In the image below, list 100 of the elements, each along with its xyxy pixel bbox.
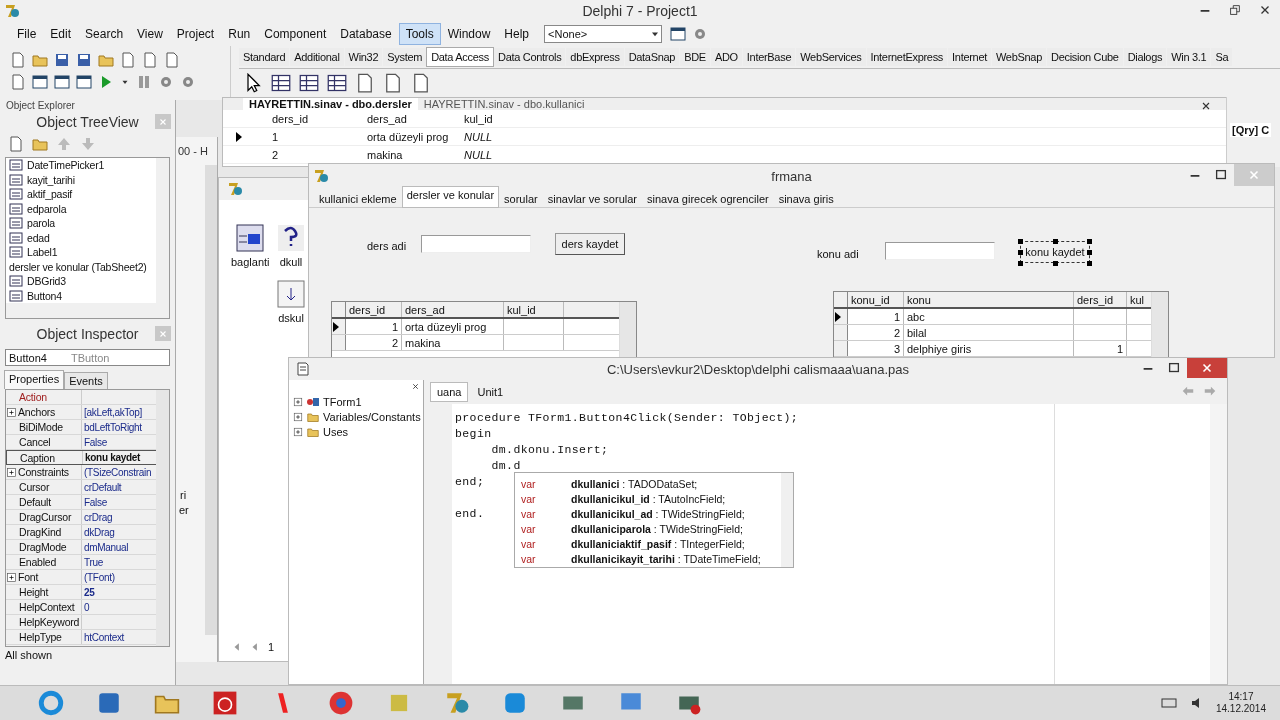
property-name[interactable]: Caption bbox=[20, 451, 55, 464]
scrollbar[interactable] bbox=[205, 165, 217, 635]
selection-handle[interactable] bbox=[1018, 250, 1023, 255]
tree-item[interactable]: Variables/Constants bbox=[323, 410, 421, 423]
property-value[interactable]: True bbox=[84, 556, 103, 568]
property-name[interactable]: Default bbox=[19, 496, 51, 508]
palette-tab[interactable]: WebSnap bbox=[991, 48, 1046, 66]
menu-item[interactable]: Search bbox=[78, 23, 131, 45]
scrollbar[interactable] bbox=[6, 303, 169, 318]
tree-item[interactable]: TForm1 bbox=[323, 395, 362, 408]
property-name[interactable]: HelpContext bbox=[19, 601, 75, 613]
text-field[interactable] bbox=[885, 242, 995, 260]
tree-item[interactable]: DateTimePicker1 bbox=[27, 159, 105, 172]
remove-icon[interactable] bbox=[142, 52, 158, 68]
page-tab[interactable]: sinavlar ve sorular bbox=[543, 191, 641, 207]
connection-icon[interactable] bbox=[234, 222, 267, 254]
object-selector[interactable]: Button4 TButton bbox=[5, 349, 170, 366]
menu-item[interactable]: Run bbox=[221, 23, 258, 45]
property-value[interactable]: [akLeft,akTop] bbox=[84, 406, 143, 418]
desktop-combo[interactable]: <None> bbox=[544, 25, 663, 43]
property-row[interactable]: Caption konu kaydet bbox=[6, 450, 157, 465]
property-value[interactable]: crDrag bbox=[84, 511, 113, 523]
menu-item[interactable]: Database bbox=[333, 23, 399, 45]
close-button[interactable] bbox=[1200, 100, 1212, 112]
completion-item[interactable]: dkullanicikayit_tarihi : TDateTimeField; bbox=[571, 552, 761, 565]
property-name[interactable]: Height bbox=[19, 586, 49, 598]
property-name[interactable]: Action bbox=[19, 391, 47, 403]
completion-item[interactable]: dkullaniciparola : TWideStringField; bbox=[571, 522, 743, 535]
editor-tab[interactable]: Unit1 bbox=[470, 382, 511, 402]
property-value[interactable]: htContext bbox=[84, 631, 125, 643]
palette-tab[interactable]: Additional bbox=[290, 48, 344, 66]
property-name[interactable]: Constraints bbox=[18, 466, 69, 478]
property-name[interactable]: Cancel bbox=[19, 436, 51, 448]
help-icon[interactable] bbox=[164, 52, 180, 68]
palette-tab[interactable]: InterBase bbox=[742, 48, 796, 66]
tree-item[interactable]: Button4 bbox=[27, 289, 62, 302]
restore-button[interactable] bbox=[1228, 3, 1242, 17]
back-icon[interactable] bbox=[1181, 384, 1195, 398]
selection-handle[interactable] bbox=[1018, 261, 1023, 266]
new-form-icon[interactable] bbox=[76, 74, 92, 90]
palette-tab[interactable]: Decision Cube bbox=[1047, 48, 1123, 66]
close-button[interactable] bbox=[411, 382, 420, 391]
property-value[interactable]: 25 bbox=[84, 586, 95, 598]
scrollbar[interactable] bbox=[156, 158, 169, 303]
table-icon[interactable] bbox=[299, 73, 319, 93]
inspector-tab[interactable]: Events bbox=[64, 372, 108, 389]
property-value[interactable]: False bbox=[84, 496, 107, 508]
selection-handle[interactable] bbox=[1053, 239, 1058, 244]
down-arrow-icon[interactable] bbox=[80, 136, 96, 152]
menu-item[interactable]: File bbox=[10, 23, 44, 45]
property-value[interactable]: crDefault bbox=[84, 481, 122, 493]
save-button[interactable]: ders kaydet bbox=[555, 233, 625, 255]
tree-item[interactable]: Label1 bbox=[27, 246, 58, 259]
save-icon[interactable] bbox=[54, 52, 70, 68]
power-icon[interactable] bbox=[212, 690, 238, 716]
expand-icon[interactable] bbox=[6, 406, 17, 418]
property-value[interactable]: 0 bbox=[84, 601, 90, 613]
row-indicator[interactable] bbox=[332, 319, 346, 334]
query-tab[interactable]: HAYRETTIN.sinav - dbo.dersler bbox=[243, 98, 418, 110]
previous-icon[interactable] bbox=[250, 642, 260, 652]
palette-tab[interactable]: ADO bbox=[710, 48, 742, 66]
forward-icon[interactable] bbox=[1203, 384, 1217, 398]
property-name[interactable]: Font bbox=[18, 571, 39, 583]
scrollbar[interactable] bbox=[1210, 404, 1227, 684]
tree-item[interactable]: dersler ve konular (TabSheet2) bbox=[9, 260, 147, 273]
completion-item[interactable]: dkullanici : TADODataSet; bbox=[571, 477, 698, 490]
property-value[interactable]: (TFont) bbox=[84, 571, 115, 583]
save-button[interactable]: konu kaydet bbox=[1020, 241, 1090, 263]
property-name[interactable]: Cursor bbox=[19, 481, 50, 493]
inspector-tab[interactable]: Properties bbox=[4, 370, 65, 389]
expand-icon[interactable] bbox=[293, 411, 303, 422]
palette-tab[interactable]: Win32 bbox=[344, 48, 383, 66]
scrollbar[interactable] bbox=[619, 302, 636, 357]
selection-handle[interactable] bbox=[1087, 261, 1092, 266]
pause-icon[interactable] bbox=[136, 74, 152, 90]
completion-item[interactable]: dkullanicikul_ad : TWideStringField; bbox=[571, 507, 745, 520]
palette-tab[interactable]: System bbox=[383, 48, 427, 66]
table-row[interactable]: 1 orta düzeyli prog NULL bbox=[223, 128, 1226, 146]
up-arrow-icon[interactable] bbox=[56, 136, 72, 152]
scrollbar[interactable] bbox=[156, 390, 169, 646]
add-icon[interactable] bbox=[120, 52, 136, 68]
page-tab[interactable]: kullanici ekleme bbox=[315, 191, 401, 207]
palette-tab[interactable]: Data Controls bbox=[494, 48, 566, 66]
property-value[interactable]: bdLeftToRight bbox=[84, 421, 142, 433]
property-name[interactable]: Anchors bbox=[18, 406, 56, 418]
tree-item[interactable]: Uses bbox=[323, 425, 349, 438]
delphi-icon[interactable] bbox=[444, 690, 470, 716]
scrollbar[interactable] bbox=[1151, 292, 1168, 357]
palette-tab[interactable]: BDE bbox=[680, 48, 710, 66]
expand-icon[interactable] bbox=[6, 466, 17, 478]
palette-tab[interactable]: Dialogs bbox=[1123, 48, 1167, 66]
property-value[interactable]: dmManual bbox=[84, 541, 129, 553]
property-value[interactable]: False bbox=[84, 436, 107, 448]
query-tab[interactable]: HAYRETTIN.sinav - dbo.kullanici bbox=[417, 98, 591, 110]
palette-tab[interactable]: Data Access bbox=[427, 48, 493, 66]
palette-tab[interactable]: DataSnap bbox=[624, 48, 680, 66]
palette-tab[interactable]: Win 3.1 bbox=[1167, 48, 1211, 66]
page-tab[interactable]: sorular bbox=[500, 191, 542, 207]
expand-icon[interactable] bbox=[6, 571, 17, 583]
property-name[interactable]: DragKind bbox=[19, 526, 62, 538]
